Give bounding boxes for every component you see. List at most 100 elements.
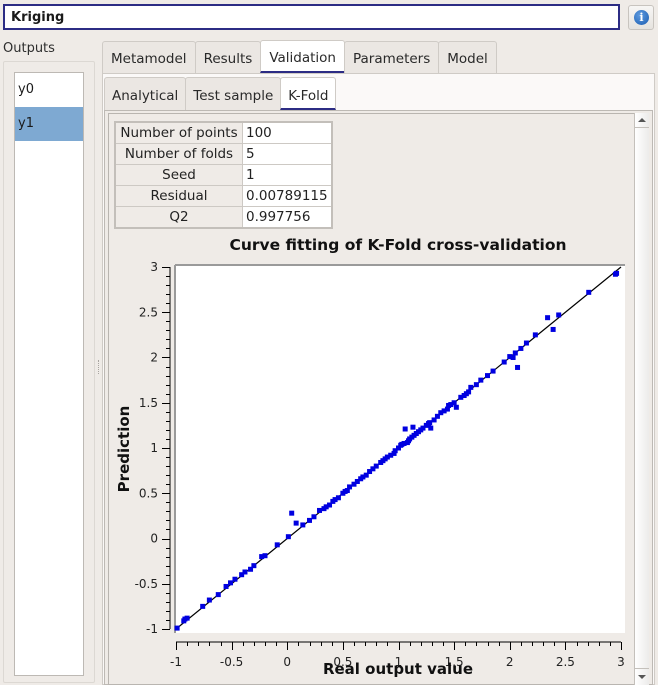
data-point — [307, 517, 312, 523]
x-tick-label: 2.5 — [556, 655, 575, 669]
data-point — [206, 597, 212, 603]
data-point — [515, 364, 521, 370]
arrow-down-icon — [638, 675, 646, 679]
data-point — [448, 402, 454, 408]
subtab-test-sample[interactable]: Test sample — [185, 77, 282, 110]
data-point — [523, 340, 529, 346]
data-point — [242, 569, 248, 575]
x-tick-label: 3 — [617, 655, 625, 669]
data-point — [478, 377, 484, 383]
y-tick-label: 3 — [150, 260, 158, 274]
data-point — [550, 326, 556, 332]
scroll-down-button[interactable] — [635, 668, 649, 683]
y-tick-label: 0 — [150, 532, 158, 546]
data-point — [434, 413, 440, 419]
table-row: Number of folds 5 — [114, 143, 333, 165]
data-point — [420, 425, 426, 431]
data-point — [468, 384, 474, 390]
data-point — [200, 603, 206, 609]
data-point — [262, 553, 268, 559]
tab-metamodel[interactable]: Metamodel — [102, 41, 196, 73]
data-point — [586, 289, 592, 295]
table-row: Q2 0.997756 — [114, 206, 333, 229]
y-tick-label: 2.5 — [139, 305, 158, 319]
y-axis-label: Prediction — [115, 406, 133, 493]
row-value: 100 — [241, 121, 333, 144]
data-point — [614, 270, 620, 276]
data-point — [444, 406, 450, 412]
splitter-handle[interactable] — [98, 360, 101, 374]
data-point — [428, 425, 434, 431]
data-point — [317, 507, 323, 513]
row-key: Q2 — [114, 206, 243, 229]
data-point — [402, 426, 408, 432]
chart-title: Curve fitting of K-Fold cross-validation — [229, 236, 567, 254]
table-row: Residual 0.00789115 — [114, 185, 333, 207]
data-point — [416, 429, 422, 435]
row-key: Number of folds — [114, 143, 243, 165]
data-point — [473, 382, 479, 388]
data-point — [174, 625, 180, 631]
tab-parameters[interactable]: Parameters — [343, 41, 440, 73]
data-point — [485, 373, 490, 379]
data-point — [370, 466, 376, 472]
subtab-k-fold[interactable]: K-Fold — [280, 77, 337, 110]
row-key: Residual — [114, 185, 243, 207]
data-point — [251, 563, 257, 569]
data-point — [285, 534, 291, 540]
y-tick-label: -1 — [146, 622, 158, 636]
data-point — [340, 490, 346, 496]
data-point — [406, 438, 412, 444]
data-point — [507, 354, 513, 360]
x-tick-label: -1 — [170, 655, 182, 669]
data-point — [327, 502, 333, 508]
vertical-scrollbar[interactable] — [634, 113, 649, 685]
data-point — [532, 332, 538, 338]
output-item-y1[interactable]: y1 — [15, 107, 83, 141]
title-text: Kriging — [11, 10, 65, 25]
data-point — [392, 448, 398, 454]
x-tick-label: -0.5 — [220, 655, 243, 669]
info-button[interactable]: i — [628, 5, 654, 30]
data-point — [453, 404, 459, 410]
table-row: Seed 1 — [114, 164, 333, 186]
outputs-list: y0 y1 — [14, 72, 84, 676]
row-key: Number of points — [114, 121, 243, 144]
y-tick-label: -0.5 — [135, 577, 158, 591]
data-point — [228, 580, 234, 586]
x-tick-label: 0 — [283, 655, 291, 669]
data-point — [501, 359, 507, 365]
y-tick-label: 1.5 — [139, 396, 158, 410]
main-tabs: Metamodel Results Validation Parameters … — [102, 40, 497, 74]
data-point — [545, 315, 551, 321]
subtab-analytical[interactable]: Analytical — [104, 77, 187, 110]
data-point — [232, 576, 238, 582]
data-point — [378, 459, 384, 465]
data-point — [358, 476, 364, 482]
title-field[interactable]: Kriging — [3, 4, 620, 30]
x-axis-label: Real output value — [323, 660, 473, 678]
tab-results[interactable]: Results — [194, 41, 262, 73]
data-point — [335, 495, 341, 501]
data-point — [426, 421, 432, 427]
tab-validation[interactable]: Validation — [260, 40, 345, 73]
y-tick-label: 0.5 — [139, 486, 158, 500]
data-point — [463, 391, 469, 397]
data-point — [293, 520, 299, 526]
y-tick-label: 1 — [150, 441, 158, 455]
data-point — [223, 583, 229, 589]
data-point — [384, 454, 390, 460]
output-item-y0[interactable]: y0 — [15, 73, 83, 107]
data-point — [311, 514, 317, 520]
data-point — [274, 542, 280, 548]
x-tick-label: 2 — [506, 655, 514, 669]
data-point — [490, 368, 496, 374]
table-row: Number of points 100 — [114, 121, 333, 144]
validation-subtabs: Analytical Test sample K-Fold — [104, 77, 337, 110]
scroll-up-button[interactable] — [635, 113, 649, 128]
row-value: 0.997756 — [241, 206, 333, 229]
y-tick-label: 2 — [150, 351, 158, 365]
validation-info-table: Number of points 100 Number of folds 5 See… — [114, 121, 333, 229]
tab-model[interactable]: Model — [438, 41, 497, 73]
row-value: 1 — [241, 164, 333, 186]
